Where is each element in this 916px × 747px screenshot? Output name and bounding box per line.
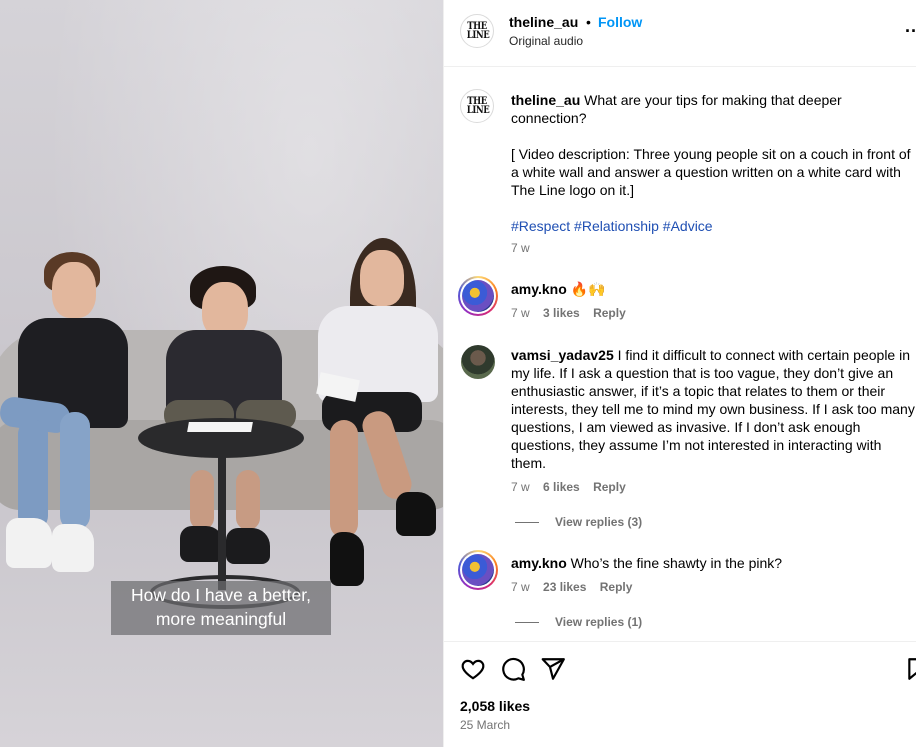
question-card	[187, 422, 253, 432]
reply-button[interactable]: Reply	[593, 306, 626, 320]
avatar-image	[462, 280, 494, 312]
comment-likes[interactable]: 23 likes	[543, 580, 586, 594]
hashtag-link[interactable]: #Relationship	[574, 218, 659, 234]
comment-likes[interactable]: 3 likes	[543, 306, 580, 320]
view-replies-label: View replies (3)	[555, 515, 643, 529]
comment-text: I find it difficult to connect with cert…	[511, 347, 915, 471]
replies-line	[515, 622, 539, 624]
caption-username[interactable]: theline_au	[511, 92, 580, 108]
video-subtitle: How do I have a better, more meaningful	[111, 581, 331, 635]
post-date[interactable]: 25 March	[460, 718, 510, 732]
like-count[interactable]: 2,058 likes	[460, 698, 530, 714]
comment-meta: 7 w 3 likes Reply	[511, 306, 636, 320]
commenter-avatar[interactable]	[458, 276, 498, 316]
audio-label[interactable]: Original audio	[509, 34, 583, 48]
comment-text: Who’s the fine shawty in the pink?	[570, 555, 783, 571]
view-replies-label: View replies (1)	[555, 615, 643, 629]
avatar-image	[462, 554, 494, 586]
caption-timestamp[interactable]: 7 w	[511, 241, 530, 255]
caption-avatar[interactable]: THE LINE	[460, 89, 494, 123]
commenter-avatar[interactable]	[458, 550, 498, 590]
comment: vamsi_yadav25 I find it difficult to con…	[511, 346, 916, 472]
view-replies-button[interactable]: View replies (3)	[515, 515, 642, 529]
comment-time[interactable]: 7 w	[511, 580, 530, 594]
replies-line	[515, 522, 539, 524]
comment-text: 🔥🙌	[570, 281, 606, 297]
instagram-post: How do I have a better, more meaningful …	[0, 0, 916, 747]
comment-time[interactable]: 7 w	[511, 306, 530, 320]
comment-username[interactable]: vamsi_yadav25	[511, 347, 614, 363]
author-username[interactable]: theline_au	[509, 14, 578, 30]
table-leg	[218, 450, 226, 590]
heart-icon[interactable]	[460, 656, 486, 682]
caption: theline_au What are your tips for making…	[511, 91, 916, 235]
hashtag-link[interactable]: #Respect	[511, 218, 570, 234]
comment-meta: 7 w 23 likes Reply	[511, 580, 642, 594]
author-avatar[interactable]: THE LINE	[460, 14, 494, 48]
comment: amy.kno 🔥🙌	[511, 280, 916, 298]
post-panel: THE LINE theline_au • Follow Original au…	[443, 0, 916, 747]
reply-button[interactable]: Reply	[600, 580, 633, 594]
hashtag-link[interactable]: #Advice	[663, 218, 713, 234]
logo-text: THE LINE	[466, 96, 490, 116]
comment-username[interactable]: amy.kno	[511, 281, 567, 297]
comment-icon[interactable]	[500, 656, 526, 682]
comment-time[interactable]: 7 w	[511, 480, 530, 494]
comment: amy.kno Who’s the fine shawty in the pin…	[511, 554, 916, 572]
commenter-avatar[interactable]	[461, 345, 495, 379]
caption-time: 7 w	[511, 241, 540, 255]
comment-username[interactable]: amy.kno	[511, 555, 567, 571]
post-actions: 2,058 likes 25 March	[444, 641, 916, 747]
comments-section[interactable]: THE LINE theline_au What are your tips f…	[444, 68, 916, 641]
follow-button[interactable]: Follow	[598, 14, 642, 30]
reply-button[interactable]: Reply	[593, 480, 626, 494]
post-header: THE LINE theline_au • Follow Original au…	[444, 0, 916, 67]
video-description: [ Video description: Three young people …	[511, 146, 911, 198]
comment-likes[interactable]: 6 likes	[543, 480, 580, 494]
logo-text: THE LINE	[466, 21, 490, 41]
bookmark-icon[interactable]	[905, 656, 916, 682]
separator-dot: •	[586, 14, 591, 30]
hashtags: #Respect #Relationship #Advice	[511, 217, 916, 235]
share-icon[interactable]	[540, 656, 566, 682]
more-options-icon[interactable]: ...	[905, 16, 916, 37]
video-player[interactable]: How do I have a better, more meaningful	[0, 0, 443, 747]
view-replies-button[interactable]: View replies (1)	[515, 615, 642, 629]
comment-meta: 7 w 6 likes Reply	[511, 480, 636, 494]
